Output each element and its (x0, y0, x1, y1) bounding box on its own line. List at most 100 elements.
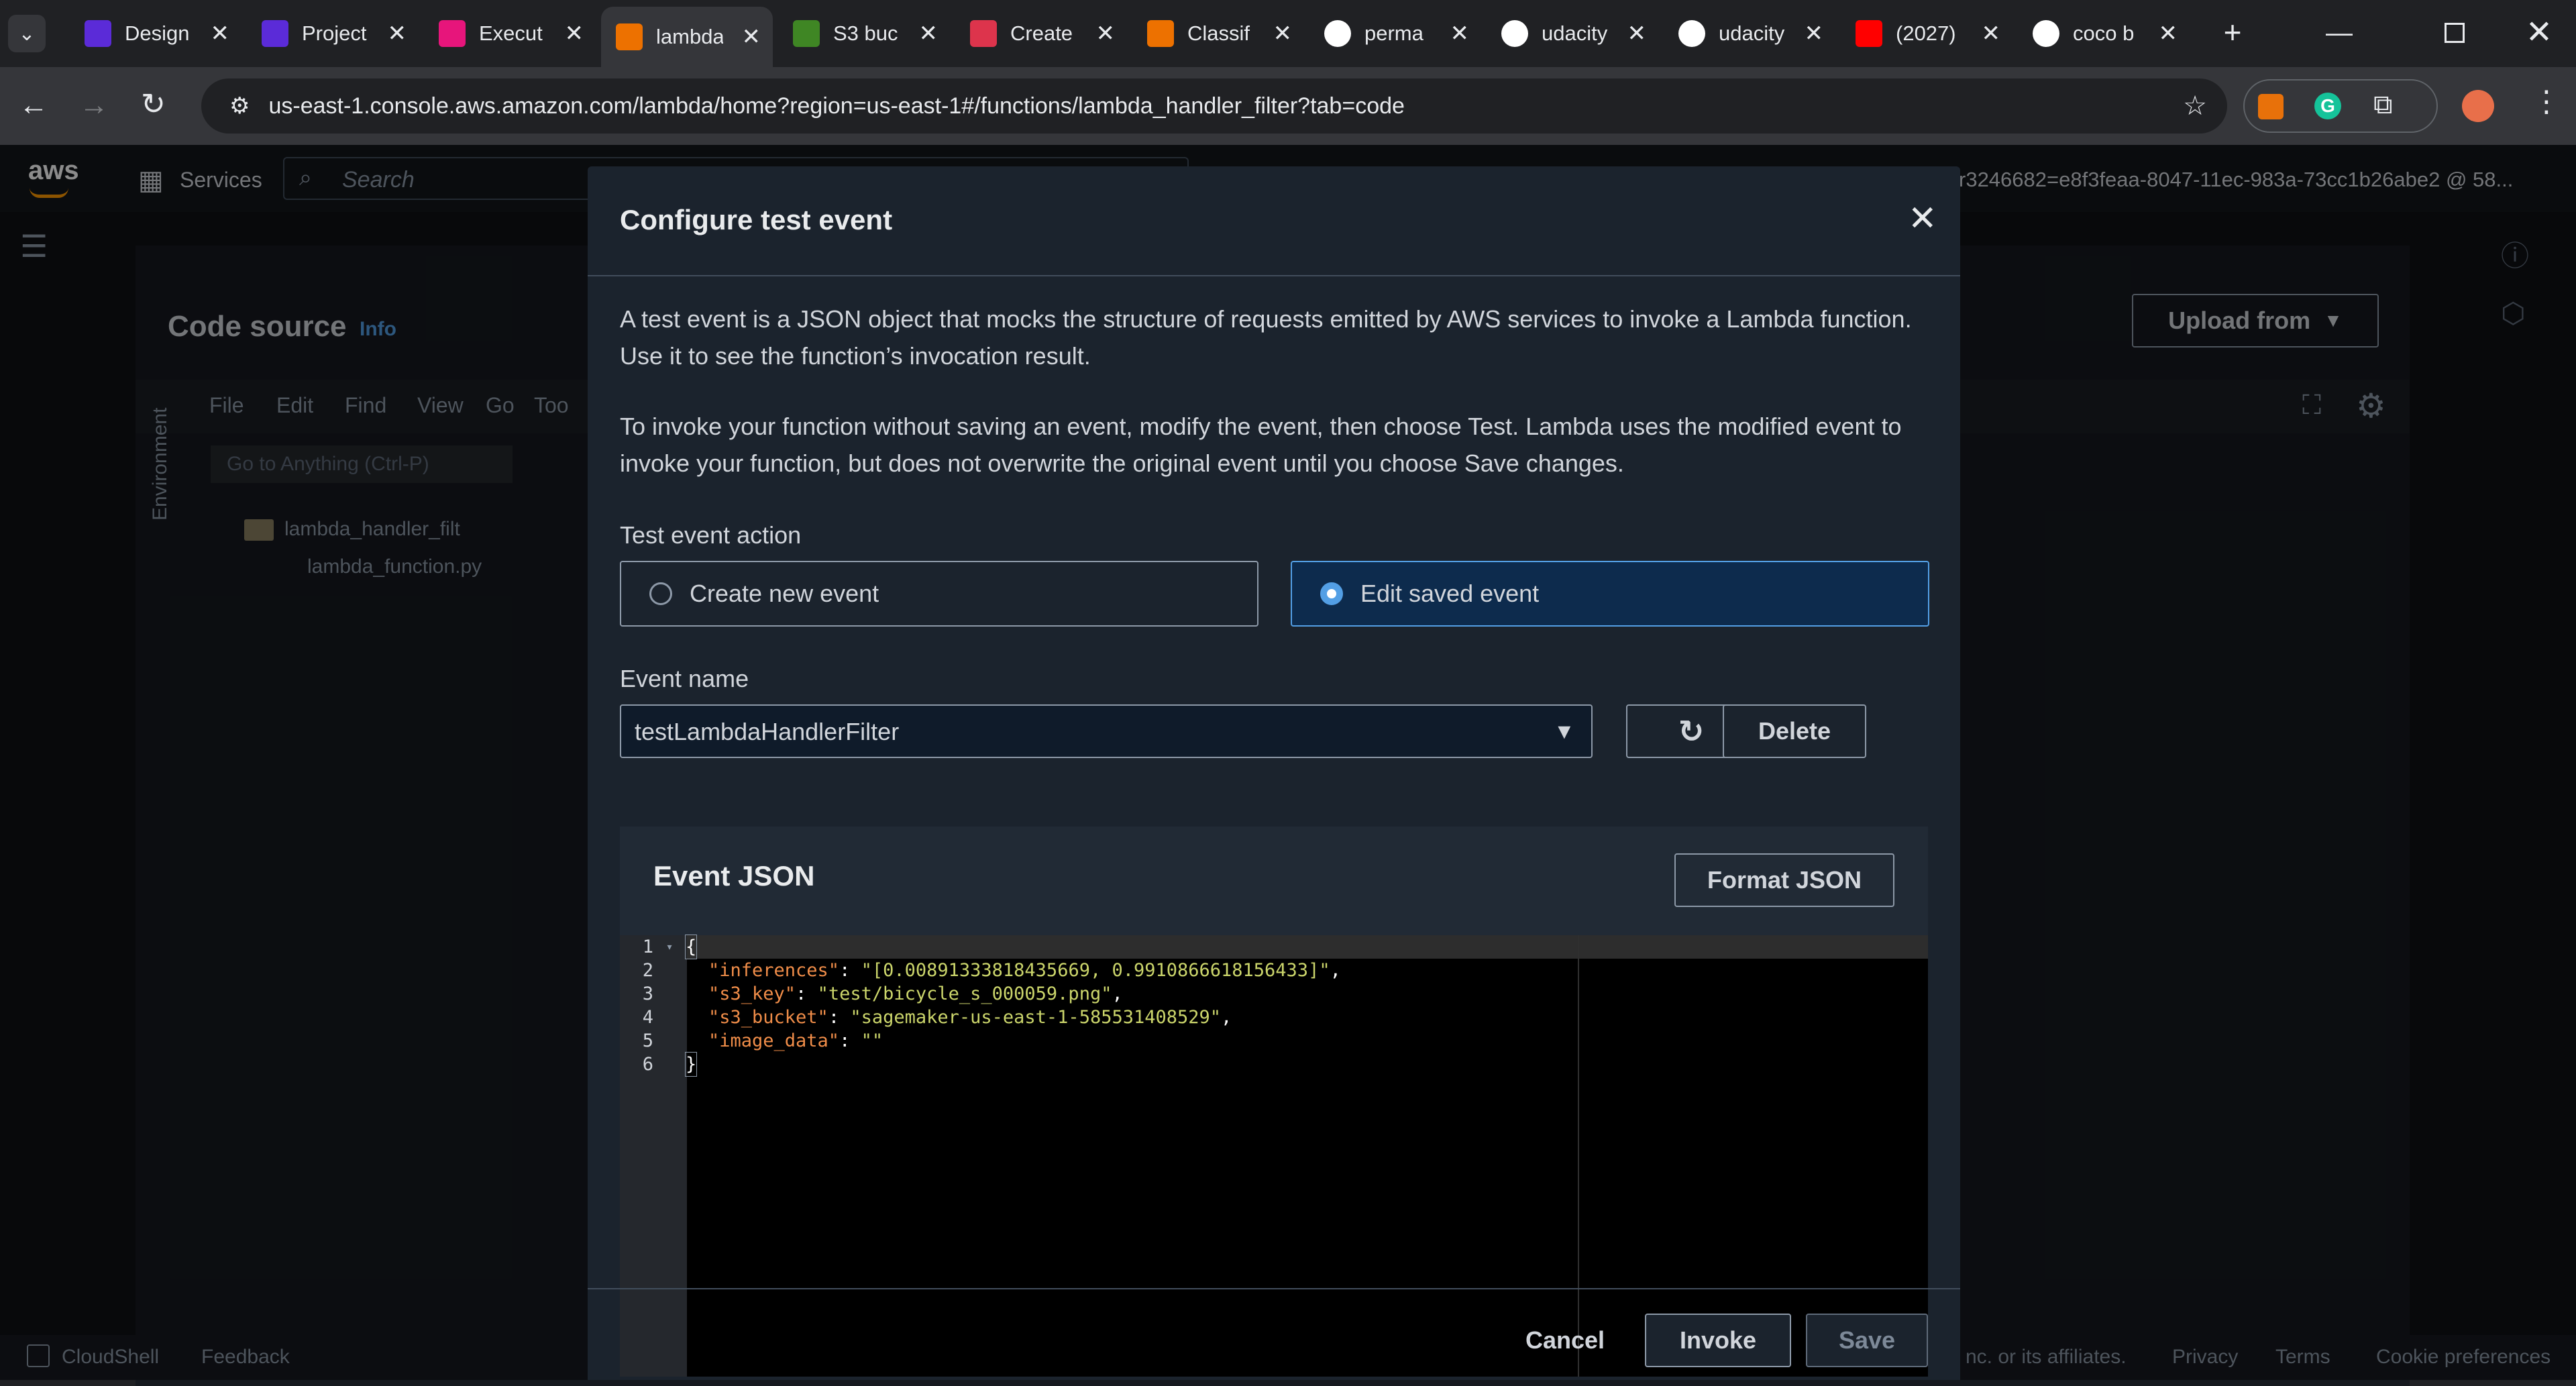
browser-tab[interactable]: udacity ✕ (1664, 9, 1835, 58)
json-brace: } (684, 1052, 698, 1077)
format-json-button[interactable]: Format JSON (1674, 853, 1894, 907)
gutter-spacer (653, 1029, 686, 1053)
json-comma: , (1112, 983, 1123, 1004)
event-name-select[interactable]: testLambdaHandlerFilter ▼ (620, 704, 1593, 758)
event-json-container: Event JSON Format JSON 1 ▾{2 "inferences":… (620, 827, 1928, 1377)
aws-lambda-icon (1147, 20, 1174, 47)
json-editor[interactable]: 1 ▾{2 "inferences": "[0.00891333818435669,… (620, 935, 1928, 1377)
json-line-number: 4 (642, 1007, 653, 1028)
browser-tab[interactable]: lambda ✕ (601, 7, 773, 67)
json-colon: : (839, 960, 861, 981)
minimize-icon[interactable]: — (2322, 16, 2356, 50)
intro-paragraph: A test event is a JSON object that mocks… (620, 305, 1912, 370)
forward-icon[interactable]: → (79, 89, 109, 122)
back-icon[interactable]: ← (19, 89, 48, 122)
tab-label: Classif (1187, 21, 1250, 45)
tab-close-icon[interactable]: ✕ (1982, 20, 2001, 47)
google-icon (2033, 20, 2059, 47)
youtube-icon (1856, 20, 1882, 47)
browser-tab[interactable]: Classif ✕ (1132, 9, 1304, 58)
tab-close-icon[interactable]: ✕ (1273, 20, 1293, 47)
tab-label: coco b (2073, 21, 2135, 45)
modal-title: Configure test event (620, 204, 893, 235)
tab-close-icon[interactable]: ✕ (1805, 20, 1824, 47)
gutter-spacer (653, 959, 686, 982)
tab-close-icon[interactable]: ✕ (1627, 20, 1647, 47)
browser-tab[interactable]: S3 buc ✕ (778, 9, 950, 58)
browser-tab[interactable]: perma ✕ (1309, 9, 1481, 58)
tab-close-icon[interactable]: ✕ (565, 20, 584, 47)
browser-tab[interactable]: Design ✕ (70, 9, 241, 58)
browser-tab[interactable]: (2027) ✕ (1841, 9, 2012, 58)
browser-tab[interactable]: Create ✕ (955, 9, 1127, 58)
json-key: "s3_bucket" (708, 1007, 828, 1028)
json-comma: , (1330, 960, 1341, 981)
modal-footer-divider (588, 1288, 1960, 1289)
json-colon: : (839, 1030, 861, 1051)
modal-header-divider (588, 275, 1960, 276)
tab-label: Create (1010, 21, 1073, 45)
profile-avatar[interactable] (2462, 90, 2494, 122)
udacity-icon (262, 20, 288, 47)
grammarly-icon[interactable]: G (2314, 93, 2341, 119)
radio-edit-saved[interactable] (1320, 582, 1343, 605)
browser-tab[interactable]: coco b ✕ (2018, 9, 2190, 58)
event-name-label: Event name (620, 665, 749, 692)
delete-button[interactable]: Delete (1723, 704, 1866, 758)
browser-tab[interactable]: Execut ✕ (424, 9, 596, 58)
gutter-spacer (653, 982, 686, 1006)
save-button[interactable]: Save (1806, 1314, 1928, 1367)
invoke-button[interactable]: Invoke (1645, 1314, 1791, 1367)
json-line-number: 6 (642, 1054, 653, 1075)
tab-label: Execut (479, 21, 543, 45)
tab-close-icon[interactable]: ✕ (1450, 20, 1470, 47)
new-tab-button[interactable]: + (2214, 13, 2251, 51)
puzzle-extensions-icon[interactable]: ⧉ (2373, 90, 2393, 120)
tab-label: udacity (1719, 21, 1785, 45)
json-value: "test/bicycle_s_000059.png" (817, 983, 1112, 1004)
menu-dots-icon[interactable]: ⋮ (2532, 85, 2561, 119)
tab-close-icon[interactable]: ✕ (742, 23, 761, 50)
site-info-icon[interactable]: ⚙ (229, 93, 250, 119)
tab-close-icon[interactable]: ✕ (211, 20, 230, 47)
reload-icon[interactable]: ↻ (141, 87, 166, 121)
json-comma: , (1221, 1007, 1232, 1028)
tab-search-button[interactable]: ⌄ (8, 15, 46, 52)
json-line-number: 3 (642, 983, 653, 1004)
create-new-event-label: Create new event (690, 580, 879, 607)
browser-tab[interactable]: Project ✕ (247, 9, 419, 58)
json-key: "s3_key" (708, 983, 796, 1004)
browser-tab[interactable]: udacity ✕ (1487, 9, 1658, 58)
test-event-action-label: Test event action (620, 521, 802, 549)
tab-close-icon[interactable]: ✕ (2159, 20, 2178, 47)
event-name-value: testLambdaHandlerFilter (635, 718, 900, 745)
json-line: 1 ▾{ (620, 935, 1894, 959)
radio-create-new[interactable] (649, 582, 672, 605)
tab-close-icon[interactable]: ✕ (919, 20, 938, 47)
cancel-button[interactable]: Cancel (1521, 1314, 1609, 1367)
json-line: 4 "s3_bucket": "sagemaker-us-east-1-58553… (620, 1006, 1894, 1029)
tab-label: Project (302, 21, 367, 45)
udacity-icon (85, 20, 111, 47)
json-value: "" (861, 1030, 883, 1051)
edit-saved-event-option[interactable]: Edit saved event (1291, 561, 1929, 627)
caret-down-icon: ▼ (1554, 719, 1575, 743)
address-bar[interactable]: ⚙ us-east-1.console.aws.amazon.com/lambd… (201, 78, 2227, 134)
step-functions-icon (439, 20, 466, 47)
aws-lambda-icon (616, 23, 643, 50)
fold-arrow-icon[interactable]: ▾ (653, 935, 686, 959)
json-key: "image_data" (708, 1030, 840, 1051)
close-icon[interactable]: ✕ (1908, 199, 1937, 239)
create-new-event-option[interactable]: Create new event (620, 561, 1258, 627)
restore-icon[interactable] (2445, 23, 2465, 43)
extension-icon-orange[interactable] (2258, 94, 2284, 119)
close-window-icon[interactable]: ✕ (2522, 13, 2556, 51)
tab-close-icon[interactable]: ✕ (1096, 20, 1116, 47)
json-line: 6} (620, 1052, 1894, 1077)
json-colon: : (796, 983, 818, 1004)
json-value: "[0.00891333818435669, 0.991086661815643… (861, 960, 1330, 981)
tab-close-icon[interactable]: ✕ (388, 20, 407, 47)
bookmark-star-icon[interactable]: ☆ (2183, 91, 2207, 121)
